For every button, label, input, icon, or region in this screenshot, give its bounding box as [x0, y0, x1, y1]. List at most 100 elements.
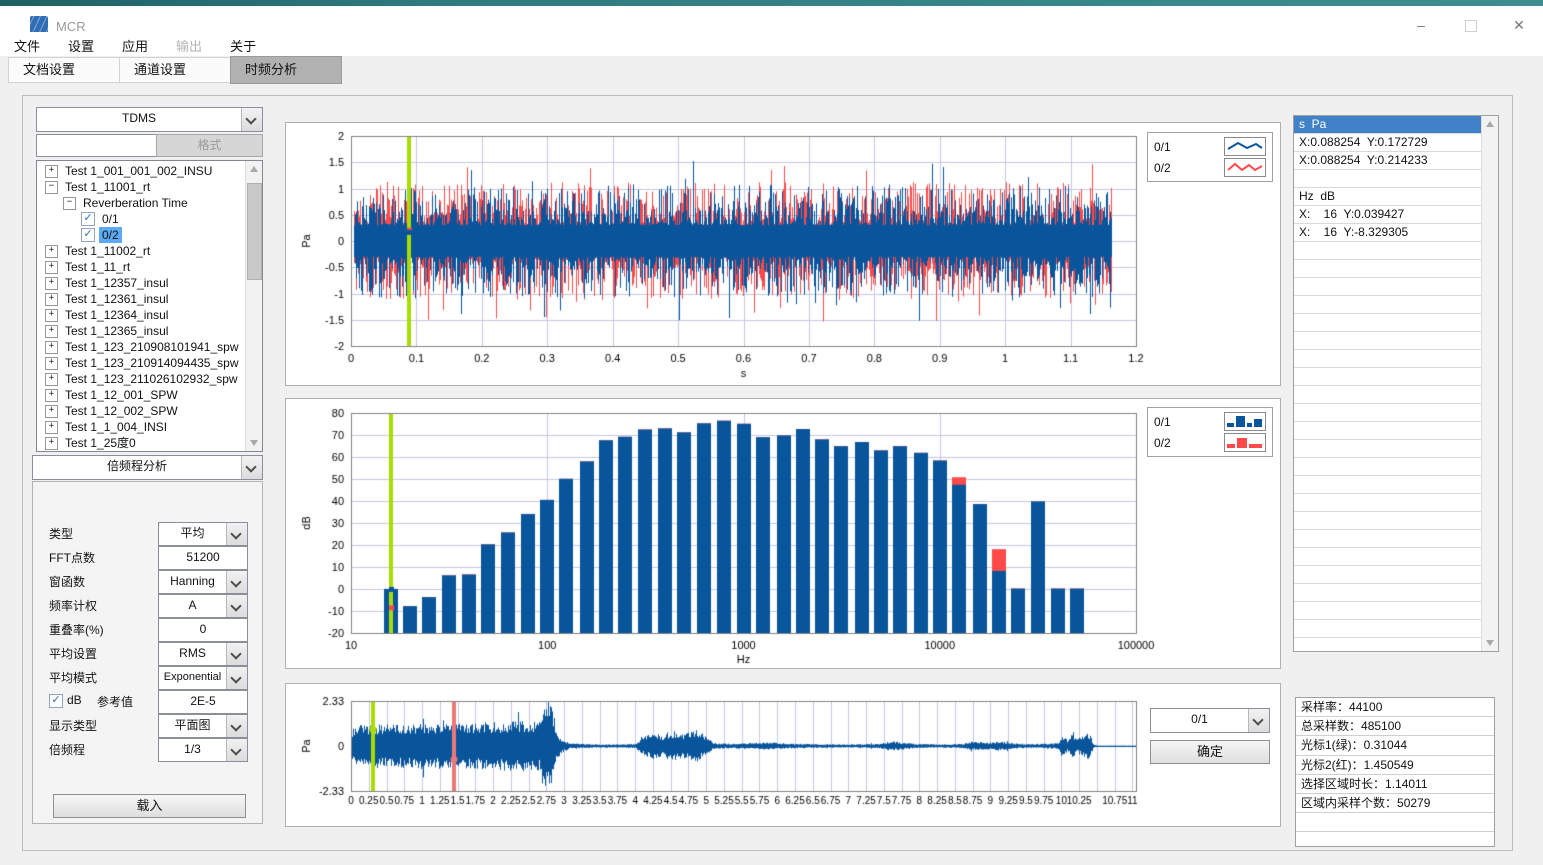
expand-icon[interactable]: +	[45, 437, 58, 450]
tree-row[interactable]: +Test 1_123_211026102932_spw	[37, 371, 245, 387]
octave-spectrum-canvas[interactable]	[286, 399, 1278, 666]
tree-item-label[interactable]: Test 1_001_001_002_INSU	[62, 163, 215, 179]
tree-item-label[interactable]: 0/1	[99, 211, 122, 227]
readout-empty-row[interactable]	[1294, 242, 1481, 260]
readout-empty-row[interactable]	[1294, 278, 1481, 296]
tree-row[interactable]: −Test 1_11001_rt	[37, 179, 245, 195]
tab-channel-settings[interactable]: 通道设置	[119, 57, 231, 83]
scroll-down-icon[interactable]	[250, 440, 258, 446]
legend-row[interactable]: 0/2	[1154, 432, 1266, 453]
readout-empty-row[interactable]	[1294, 620, 1481, 638]
tree-item-label[interactable]: Test 1_12_002_SPW	[62, 403, 181, 419]
tree-row[interactable]: −Reverberation Time	[37, 195, 245, 211]
tree-item-label[interactable]: Test 1_123_210908101941_spw	[62, 339, 241, 355]
field-input[interactable]: 0	[158, 618, 248, 642]
readout-row[interactable]: X:0.088254 Y:0.214233	[1294, 152, 1481, 170]
tree-row[interactable]: + Test 1_12357_insul	[37, 275, 245, 291]
filter-input[interactable]	[36, 134, 160, 157]
chevron-down-icon[interactable]	[226, 667, 247, 689]
expand-icon[interactable]: +	[45, 309, 58, 322]
collapse-icon[interactable]: −	[45, 181, 58, 194]
field-select[interactable]: RMS	[158, 642, 248, 666]
db-checkbox[interactable]: ✓	[49, 694, 63, 708]
readout-empty-row[interactable]	[1294, 440, 1481, 458]
readout-empty-row[interactable]	[1294, 458, 1481, 476]
field-select[interactable]: 平均	[158, 522, 248, 546]
readout-empty-row[interactable]	[1294, 332, 1481, 350]
readout-row[interactable]: Hz dB	[1294, 188, 1481, 206]
chevron-down-icon[interactable]	[226, 715, 247, 737]
readout-scrollbar[interactable]	[1481, 116, 1498, 651]
tree-item-label[interactable]: Test 1_11001_rt	[62, 179, 153, 195]
channel-select[interactable]: 0/1	[1150, 708, 1270, 733]
expand-icon[interactable]: +	[45, 261, 58, 274]
readout-empty-row[interactable]	[1294, 476, 1481, 494]
readout-empty-row[interactable]	[1294, 512, 1481, 530]
checkbox[interactable]: ✓	[81, 212, 95, 226]
field-input[interactable]: 51200	[158, 546, 248, 570]
reference-value-input[interactable]: 2E-5	[158, 690, 248, 714]
chevron-down-icon[interactable]	[226, 595, 247, 617]
tab-time-freq-analysis[interactable]: 时频分析	[230, 56, 342, 84]
readout-row[interactable]: X:0.088254 Y:0.172729	[1294, 134, 1481, 152]
field-select[interactable]: A	[158, 594, 248, 618]
tree-scrollbar-thumb[interactable]	[247, 183, 262, 280]
expand-icon[interactable]: +	[45, 357, 58, 370]
scroll-up-icon[interactable]	[250, 166, 258, 172]
tree-row[interactable]: + Test 1_12364_insul	[37, 307, 245, 323]
expand-icon[interactable]: +	[45, 341, 58, 354]
tree-item-label[interactable]: Test 1_12357_insul	[62, 275, 171, 291]
tree-scrollbar[interactable]	[245, 161, 262, 451]
tree-item-label[interactable]: Test 1_11_rt	[62, 259, 133, 275]
readout-empty-row[interactable]	[1294, 386, 1481, 404]
scroll-down-icon[interactable]	[1486, 640, 1494, 646]
expand-icon[interactable]: +	[45, 389, 58, 402]
tree-row[interactable]: + Test 1_11_rt	[37, 259, 245, 275]
legend-row[interactable]: 0/1	[1154, 411, 1266, 432]
readout-empty-row[interactable]	[1294, 404, 1481, 422]
readout-empty-row[interactable]	[1294, 602, 1481, 620]
cursor-readout-list[interactable]: s PaX:0.088254 Y:0.172729X:0.088254 Y:0.…	[1293, 115, 1499, 652]
readout-empty-row[interactable]	[1294, 422, 1481, 440]
tree-row[interactable]: +Test 1_12_001_SPW	[37, 387, 245, 403]
menu-item-settings[interactable]: 设置	[54, 32, 108, 56]
overview-waveform-canvas[interactable]	[286, 684, 1278, 824]
file-tree[interactable]: +Test 1_001_001_002_INSU−Test 1_11001_rt…	[36, 160, 263, 452]
tree-item-label[interactable]: 0/2	[99, 227, 122, 243]
tab-document-settings[interactable]: 文档设置	[8, 57, 120, 83]
readout-empty-row[interactable]	[1294, 548, 1481, 566]
readout-header-row[interactable]: s Pa	[1294, 116, 1481, 134]
tree-item-label[interactable]: Test 1_1_004_INSI	[62, 419, 170, 435]
file-format-select[interactable]: TDMS	[36, 107, 263, 132]
menu-item-about[interactable]: 关于	[216, 32, 270, 56]
window-titlebar[interactable]: MCR – ✕	[0, 6, 1543, 32]
expand-icon[interactable]: +	[45, 165, 58, 178]
readout-empty-row[interactable]	[1294, 584, 1481, 602]
tree-item-label[interactable]: Reverberation Time	[80, 195, 191, 211]
menu-item-file[interactable]: 文件	[0, 32, 54, 56]
expand-icon[interactable]: +	[45, 325, 58, 338]
tree-row[interactable]: + Test 1_12361_insul	[37, 291, 245, 307]
chevron-down-icon[interactable]	[226, 571, 247, 593]
tree-item-label[interactable]: Test 1_123_210914094435_spw	[62, 355, 241, 371]
readout-empty-row[interactable]	[1294, 566, 1481, 584]
collapse-icon[interactable]: −	[63, 197, 76, 210]
tree-item-label[interactable]: Test 1_12364_insul	[62, 307, 171, 323]
readout-row[interactable]	[1294, 170, 1481, 188]
readout-empty-row[interactable]	[1294, 350, 1481, 368]
expand-icon[interactable]: +	[45, 293, 58, 306]
tree-row[interactable]: ✓0/2	[37, 227, 245, 243]
readout-empty-row[interactable]	[1294, 296, 1481, 314]
field-select[interactable]: 平面图	[158, 714, 248, 738]
menu-item-application[interactable]: 应用	[108, 32, 162, 56]
chevron-down-icon[interactable]	[1248, 709, 1269, 732]
tree-item-label[interactable]: Test 1_12361_insul	[62, 291, 171, 307]
expand-icon[interactable]: +	[45, 245, 58, 258]
field-select[interactable]: Hanning	[158, 570, 248, 594]
tree-row[interactable]: +Test 1_25度0	[37, 435, 245, 451]
field-select[interactable]: 1/3	[158, 738, 248, 762]
chevron-down-icon[interactable]	[226, 523, 247, 545]
legend-row[interactable]: 0/1	[1154, 136, 1266, 157]
tree-item-label[interactable]: Test 1_11002_rt	[62, 243, 153, 259]
expand-icon[interactable]: +	[45, 277, 58, 290]
